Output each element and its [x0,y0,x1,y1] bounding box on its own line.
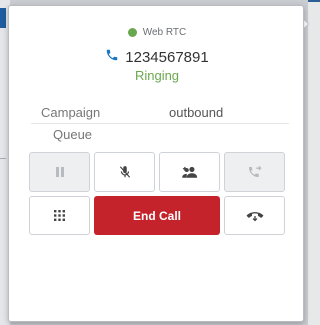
mic-muted-icon [118,165,132,179]
campaign-label: Campaign [41,105,101,120]
connection-label: Web RTC [142,27,187,38]
background-divider [0,158,6,159]
background-app-right [308,0,320,325]
add-participant-icon [181,165,199,179]
hangup-button[interactable] [224,196,285,235]
dialpad-icon [54,210,65,221]
end-call-button[interactable]: End Call [94,196,220,235]
transfer-button[interactable] [224,152,285,192]
pause-icon [54,166,66,178]
call-number-row: 1234567891 [9,48,305,66]
phone-icon [105,48,119,66]
call-popover: Web RTC 1234567891 Ringing Campaign outbo… [8,5,304,322]
campaign-value: outbound [169,105,224,120]
background-header-strip [308,0,320,2]
details-divider [31,123,289,124]
dialpad-button[interactable] [29,196,90,235]
call-number: 1234567891 [125,48,209,66]
transfer-call-icon [247,165,263,179]
background-tab [0,8,6,28]
end-call-label: End Call [132,208,181,223]
queue-label: Queue [53,127,93,142]
phone-hangup-icon [246,210,264,222]
queue-row: Queue [31,127,313,142]
connection-status: Web RTC [9,27,305,38]
connection-status-dot [127,28,137,37]
campaign-row: Campaign outbound [31,105,291,120]
mute-button[interactable] [94,152,155,192]
hold-button[interactable] [29,152,90,192]
call-status: Ringing [134,68,180,83]
add-participant-button[interactable] [159,152,220,192]
